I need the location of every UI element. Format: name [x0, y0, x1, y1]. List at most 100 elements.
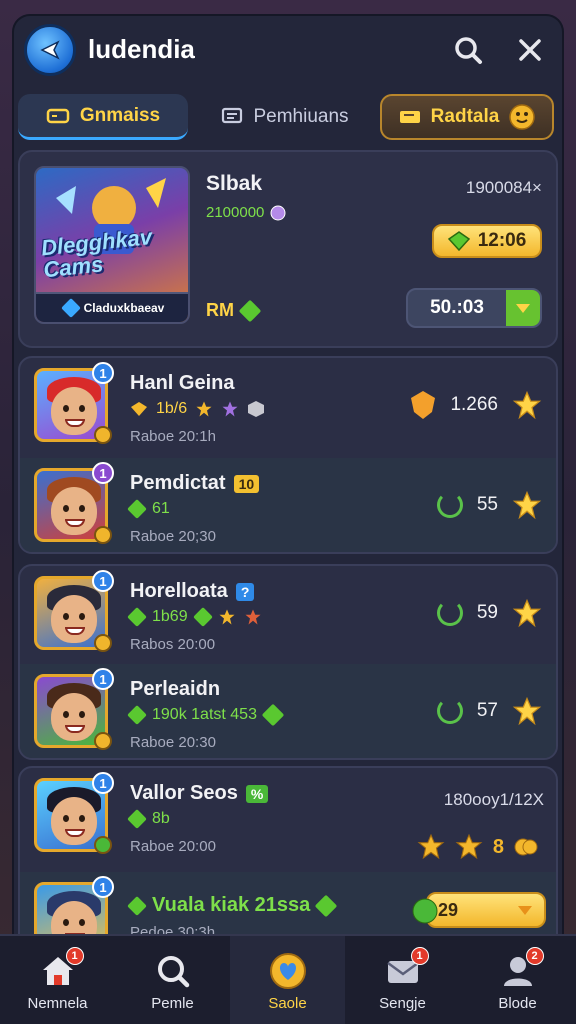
tab-premium[interactable]: Pemhiuans — [200, 94, 370, 140]
green-gem-icon — [261, 703, 285, 727]
player-timestamp: Raboe 20:1h — [130, 428, 216, 445]
coin-badge-icon — [94, 526, 112, 544]
green-gem-icon — [127, 809, 147, 829]
row-score: 55 — [436, 490, 542, 520]
page-title: ludendia — [88, 34, 195, 64]
app-window: ludendia Gnmaiss Pemhiuans Radtala Dlegg… — [12, 14, 564, 1024]
player-timestamp: Rabos 20:00 — [130, 636, 216, 653]
tab-label: Radtala — [430, 106, 500, 127]
info-badge: 1 — [92, 462, 114, 484]
notification-badge: 2 — [525, 946, 544, 965]
featured-title: Slbak — [206, 172, 263, 195]
player-timestamp: Raboe 20:00 — [130, 838, 216, 855]
player-stats: 1b69 — [127, 607, 262, 627]
green-gem-icon — [127, 705, 147, 725]
tab-bar: Gnmaiss Pemhiuans Radtala — [18, 94, 558, 144]
ribbon-text: Claduxkbaeav — [83, 301, 165, 315]
time-pill[interactable]: 12:06 — [432, 224, 542, 258]
nav-label: Sengje — [379, 994, 426, 1012]
star-icon — [196, 401, 212, 417]
featured-subtitle: 2100000 — [206, 204, 286, 221]
tab-games[interactable]: Gnmaiss — [18, 94, 188, 140]
score-value: 29 — [438, 899, 459, 920]
nav-label: Blode — [498, 994, 537, 1012]
coin-badge-icon — [94, 836, 112, 854]
nav-profile[interactable]: 2 Blode — [460, 936, 575, 1024]
player-list-group: 1 Vallor Seos % 8b Raboe 20:00 180ooy1/1… — [18, 766, 558, 948]
info-badge: 1 — [92, 362, 114, 384]
list-item[interactable]: 1 Horelloata ? 1b69 Rabos 20:00 59 — [20, 566, 556, 664]
row-badges: 8 — [417, 834, 538, 860]
coin-badge-icon — [94, 732, 112, 750]
gold-gem-icon — [131, 402, 147, 416]
info-badge: 1 — [92, 876, 114, 898]
shield-icon — [411, 391, 436, 419]
score-value: 57 — [476, 700, 498, 721]
rm-label: RM — [206, 299, 262, 322]
nav-search[interactable]: Pemle — [115, 936, 230, 1024]
refresh-icon[interactable] — [436, 600, 463, 626]
player-name: Vuala kiak 21ssa — [127, 894, 338, 917]
green-gem-icon — [192, 607, 213, 627]
close-button[interactable] — [512, 32, 548, 68]
info-badge: 1 — [92, 668, 114, 690]
list-item[interactable]: 1 Vallor Seos % 8b Raboe 20:00 180ooy1/1… — [20, 768, 556, 866]
list-item[interactable]: 1 Hanl Geina 1b/6 Raboe 20:1h 1.266 — [20, 358, 556, 456]
featured-code: 1900084× — [465, 178, 542, 197]
tab-label: Pemhiuans — [253, 106, 349, 127]
stats-value: 61 — [152, 500, 170, 517]
level-tag: ? — [235, 582, 255, 601]
chevron-down-icon — [506, 290, 540, 326]
green-gem-icon — [238, 299, 262, 322]
star-icon[interactable] — [512, 390, 542, 420]
search-icon — [157, 955, 189, 987]
search-button[interactable] — [450, 32, 486, 68]
player-stats: 8b — [127, 809, 170, 829]
nav-saole[interactable]: Saole — [230, 936, 345, 1024]
featured-game-card[interactable]: Dlegghkav Cams Claduxkbaeav Slbak 210000… — [18, 150, 558, 348]
star-icon[interactable] — [512, 490, 542, 520]
nav-sengje[interactable]: 1 Sengje — [345, 936, 460, 1024]
amount-button[interactable]: 50.:03 — [406, 288, 542, 328]
green-gem-icon — [127, 499, 147, 519]
controller-icon — [46, 108, 70, 123]
orb-icon — [270, 205, 286, 220]
notification-badge: 1 — [410, 946, 429, 965]
nav-home[interactable]: 1 Nemnela — [0, 936, 115, 1024]
player-name: Hanl Geina — [130, 372, 235, 394]
refresh-icon[interactable] — [436, 492, 463, 518]
notification-badge: 1 — [65, 946, 84, 965]
star-icon[interactable] — [512, 696, 542, 726]
row-code: 180ooy1/12X — [443, 790, 544, 809]
list-item[interactable]: 1 Pemdictat 10 61 Raboe 20;30 55 — [20, 458, 556, 552]
player-name-text: Pemdictat — [130, 472, 226, 494]
cube-icon — [248, 401, 265, 417]
list-item[interactable]: 1 Perleaidn 190k 1atst 453 Raboe 20:30 5… — [20, 664, 556, 758]
score-value: 8 — [492, 835, 504, 858]
tab-radtala[interactable]: Radtala — [380, 94, 554, 140]
back-button[interactable] — [24, 24, 76, 76]
gold-star-badge-icon — [455, 834, 483, 860]
ticket-icon — [399, 111, 420, 123]
star-icon[interactable] — [512, 598, 542, 628]
red-star-icon — [245, 609, 261, 625]
time-value: 12:06 — [477, 230, 527, 251]
score-pill[interactable]: 29 — [426, 892, 546, 928]
level-tag: 10 — [233, 474, 260, 493]
score-value: 1.266 — [450, 394, 498, 415]
search-icon — [455, 37, 482, 64]
coin-stack-icon — [514, 838, 538, 856]
row-score: 59 — [436, 598, 542, 628]
refresh-icon[interactable] — [436, 698, 463, 724]
player-name: Vallor Seos % — [130, 782, 269, 805]
nav-label: Pemle — [151, 994, 194, 1012]
green-gem-icon — [127, 895, 147, 916]
player-timestamp: Raboe 20:30 — [130, 734, 216, 751]
info-badge: 1 — [92, 570, 114, 592]
player-name-text: Vallor Seos — [130, 782, 238, 804]
row-score: 1.266 — [410, 390, 542, 420]
bottom-navigation: 1 Nemnela Pemle Saole 1 Sengje 2 Blode — [0, 934, 576, 1024]
amount-value: 50.:03 — [430, 297, 484, 318]
featured-sub-value: 2100000 — [206, 204, 265, 221]
rm-text: RM — [206, 300, 234, 320]
